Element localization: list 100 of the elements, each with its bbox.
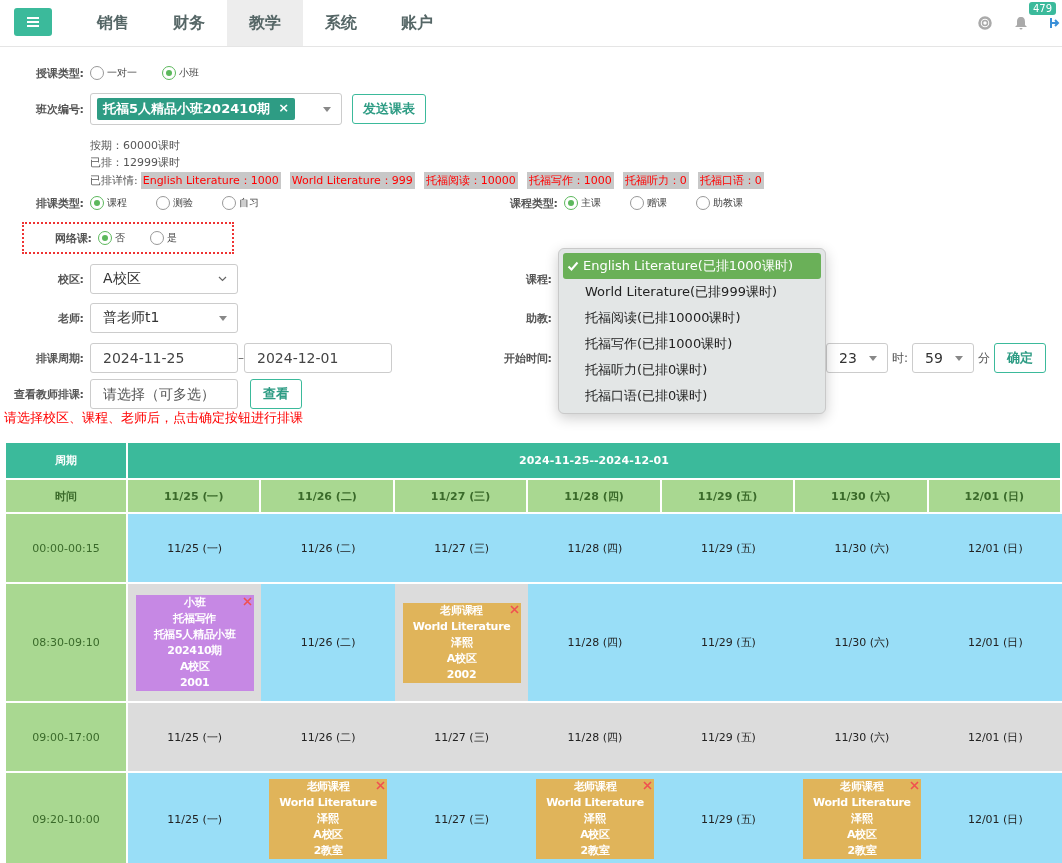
field-label: 网络课: xyxy=(53,230,92,246)
field-label: 课程类型: xyxy=(508,195,558,211)
day-header-cell: 12/01 (日) xyxy=(928,480,1060,512)
time-cell: 09:00-17:00 xyxy=(6,703,126,771)
radio-option[interactable]: 主课 xyxy=(564,196,630,210)
radio-option[interactable]: 否 xyxy=(98,231,150,245)
field-label: 排课类型: xyxy=(34,195,84,211)
nav-tab[interactable]: 账户 xyxy=(379,0,455,46)
notification-badge: 479 xyxy=(1028,2,1056,15)
day-header-cell: 11/27 (三) xyxy=(394,480,527,512)
day-header-cell: 11/26 (二) xyxy=(261,480,393,512)
scheduled-chip: World Literature：999 xyxy=(289,171,415,189)
field-label: 校区: xyxy=(56,271,84,287)
field-label: 班次编号: xyxy=(34,101,84,117)
table-cell: 11/26 (二) xyxy=(261,703,395,771)
nav-tab[interactable]: 财务 xyxy=(151,0,227,46)
table-cell: 11/25 (一) xyxy=(128,703,262,771)
remove-icon[interactable] xyxy=(509,604,519,614)
table-cell: 11/28 (四) xyxy=(528,703,662,771)
radio-option[interactable]: 赠课 xyxy=(630,196,696,210)
remove-icon[interactable] xyxy=(242,596,252,606)
lifebuoy-icon[interactable] xyxy=(978,16,992,30)
time-cell: 08:30-09:10 xyxy=(6,584,126,701)
remove-icon[interactable] xyxy=(376,781,386,790)
course-option[interactable]: 托福阅读(已排10000课时) xyxy=(563,305,821,331)
teacher-select[interactable]: 普老师t1 xyxy=(90,303,238,333)
table-cell: 11/30 (六) xyxy=(795,584,929,701)
time-cell: 09:20-10:00 xyxy=(6,773,126,863)
course-option[interactable]: World Literature(已排999课时) xyxy=(563,279,821,305)
check-icon xyxy=(567,260,579,272)
nav-tab[interactable]: 系统 xyxy=(303,0,379,46)
bell-icon[interactable] xyxy=(1014,16,1028,30)
radio-option[interactable]: 小班 xyxy=(162,66,234,80)
table-cell: 12/01 (日) xyxy=(928,703,1062,771)
field-label: 授课类型: xyxy=(34,65,84,81)
table-cell: 11/26 (二) xyxy=(261,584,395,701)
caret-icon xyxy=(219,315,227,321)
course-option[interactable]: 托福口语(已排0课时) xyxy=(563,383,821,409)
scheduled-chip: 托福口语：0 xyxy=(697,171,764,189)
scheduled-chip: 托福听力：0 xyxy=(622,171,689,189)
day-header-cell: 11/30 (六) xyxy=(795,480,927,512)
scheduled-chip: English Literature：1000 xyxy=(140,171,281,189)
course-option[interactable]: 托福听力(已排0课时) xyxy=(563,357,821,383)
campus-select[interactable]: A校区 xyxy=(90,264,238,294)
details-label: 已排详情: xyxy=(90,172,138,188)
range-separator: – xyxy=(238,351,244,365)
table-cell: 11/29 (五) xyxy=(661,773,796,863)
radio-option[interactable]: 测验 xyxy=(156,196,222,210)
remove-icon[interactable] xyxy=(909,781,919,790)
teacher-multiselect-field[interactable]: 请选择（可多选） xyxy=(90,379,238,409)
table-cell: 11/28 (四) xyxy=(528,514,662,582)
minute-select[interactable]: 59 xyxy=(912,343,975,373)
end-date-field[interactable]: 2024-12-01 xyxy=(244,343,392,373)
scheduled-chip: 托福写作：1000 xyxy=(526,171,614,189)
day-header-cell: 11/25 (一) xyxy=(128,480,260,512)
course-option[interactable]: 托福写作(已排1000课时) xyxy=(563,331,821,357)
radio-option[interactable]: 助教课 xyxy=(696,196,762,210)
radio-option[interactable]: 一对一 xyxy=(90,66,162,80)
field-label: 助教: xyxy=(524,310,552,326)
header-cell: 时间 xyxy=(6,480,126,512)
table-cell: 11/28 (四) xyxy=(528,584,662,701)
table-cell: 11/29 (五) xyxy=(661,584,796,701)
header-cell: 2024-11-25--2024-12-01 xyxy=(128,443,1060,478)
nav-tab[interactable]: 销售 xyxy=(75,0,151,46)
table-cell: 12/01 (日) xyxy=(928,584,1062,701)
radio-option[interactable]: 课程 xyxy=(90,196,156,210)
table-cell: 12/01 (日) xyxy=(928,514,1062,582)
menu-button[interactable] xyxy=(14,8,52,36)
start-date-field[interactable]: 2024-11-25 xyxy=(90,343,238,373)
radio-option[interactable]: 自习 xyxy=(222,196,288,210)
table-cell: 11/27 (三) xyxy=(394,773,529,863)
day-header-cell: 11/28 (四) xyxy=(528,480,660,512)
table-cell: 11/29 (五) xyxy=(661,703,796,771)
hour-unit: 时: xyxy=(892,349,909,367)
hint-text: 请选择校区、课程、老师后，点击确定按钮进行排课 xyxy=(3,409,304,427)
table-cell: 11/25 (一) xyxy=(128,514,262,582)
hour-select[interactable]: 23 xyxy=(826,343,888,373)
field-label: 课程: xyxy=(524,271,552,287)
field-label: 排课周期: xyxy=(34,350,84,366)
table-cell: 11/25 (一) xyxy=(128,773,262,863)
radio-option[interactable]: 是 xyxy=(150,231,202,245)
table-cell: 11/30 (六) xyxy=(795,703,929,771)
caret-icon xyxy=(323,106,331,112)
minute-unit: 分 xyxy=(978,349,991,367)
header-cell: 周期 xyxy=(6,443,126,478)
menu-icon xyxy=(26,16,40,28)
day-header-cell: 11/29 (五) xyxy=(661,480,794,512)
nav-tab[interactable]: 教学 xyxy=(227,0,303,46)
table-cell: 11/29 (五) xyxy=(661,514,796,582)
logout-icon[interactable] xyxy=(1050,16,1060,30)
field-label: 查看教师排课: xyxy=(12,386,84,402)
field-label: 开始时间: xyxy=(502,350,552,366)
scheduled-chip: 托福阅读：10000 xyxy=(423,171,518,189)
table-cell: 11/27 (三) xyxy=(394,514,529,582)
field-label: 老师: xyxy=(56,310,84,326)
remove-icon[interactable] xyxy=(643,781,652,790)
chevron-down-icon xyxy=(218,276,227,282)
time-cell: 00:00-00:15 xyxy=(6,514,126,582)
table-cell: 12/01 (日) xyxy=(928,773,1062,863)
table-cell: 11/27 (三) xyxy=(394,703,529,771)
